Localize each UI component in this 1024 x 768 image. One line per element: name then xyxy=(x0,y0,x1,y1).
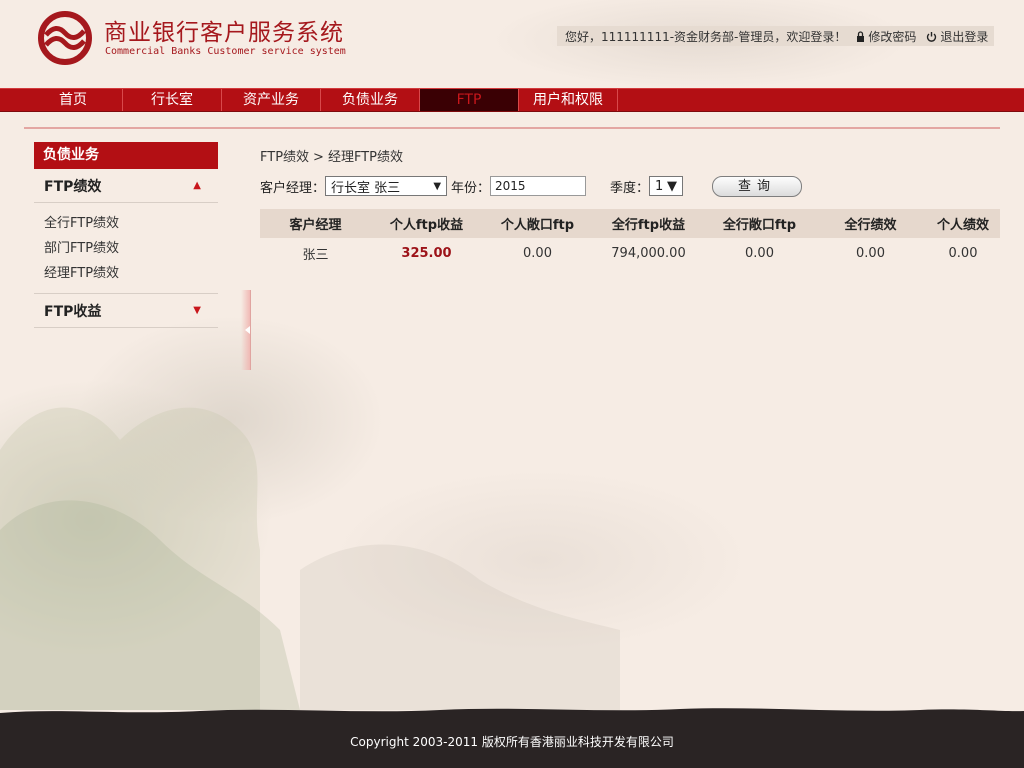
nav-item-ftp[interactable]: FTP xyxy=(420,89,519,111)
main-nav: 首页 行长室 资产业务 负债业务 FTP 用户和权限 xyxy=(0,88,1024,112)
nav-item-liabilities[interactable]: 负债业务 xyxy=(321,89,420,111)
sidebar-heading: 负债业务 xyxy=(34,142,218,169)
table-cell: 794,000.00 xyxy=(611,245,686,261)
query-button[interactable]: 查询 xyxy=(712,175,803,197)
table-cell: 张三 xyxy=(302,247,329,263)
sidebar-item-bank-ftp[interactable]: 全行FTP绩效 xyxy=(44,211,218,236)
app-subtitle: Commercial Banks Customer service system xyxy=(105,46,346,57)
lock-icon xyxy=(857,30,865,42)
column-header: 个人ftp收益 xyxy=(371,209,482,238)
logout-link[interactable]: 退出登录 xyxy=(926,28,988,45)
table-header-row: 客户经理 个人ftp收益 个人敞口ftp 全行ftp收益 全行敞口ftp 全行绩… xyxy=(260,209,1000,238)
breadcrumb-separator: > xyxy=(313,150,324,165)
nav-item-users-permissions[interactable]: 用户和权限 xyxy=(519,89,618,111)
manager-label: 客户经理： xyxy=(260,180,326,196)
column-header: 客户经理 xyxy=(260,209,371,238)
results-table: 客户经理 个人ftp收益 个人敞口ftp 全行ftp收益 全行敞口ftp 全行绩… xyxy=(260,209,1000,268)
quarter-label: 季度： xyxy=(610,180,650,196)
sidebar-item-manager-ftp[interactable]: 经理FTP绩效 xyxy=(44,261,218,286)
copyright-text: Copyright 2003-2011 版权所有香港丽业科技开发有限公司 xyxy=(350,735,674,749)
user-bar: 您好，111111111-资金财务部-管理员，欢迎登录！ 修改密码 退出登录 xyxy=(557,26,994,46)
change-password-label: 修改密码 xyxy=(868,29,917,44)
logout-label: 退出登录 xyxy=(940,29,989,44)
breadcrumb-item[interactable]: FTP绩效 xyxy=(260,147,309,169)
column-header: 全行敞口ftp xyxy=(704,209,815,238)
sidebar-section-label: FTP收益 xyxy=(44,303,102,320)
footer: Copyright 2003-2011 版权所有香港丽业科技开发有限公司 xyxy=(0,716,1024,768)
column-header: 全行绩效 xyxy=(815,209,926,238)
collapse-up-icon: ▲ xyxy=(193,180,201,191)
sidebar-section-ftp-income[interactable]: FTP收益 ▼ xyxy=(34,294,218,328)
sidebar-links: 全行FTP绩效 部门FTP绩效 经理FTP绩效 xyxy=(34,203,218,294)
column-header: 个人绩效 xyxy=(926,209,1000,238)
nav-item-president-office[interactable]: 行长室 xyxy=(123,89,222,111)
header: 商业银行客户服务系统 Commercial Banks Customer ser… xyxy=(0,0,1024,88)
power-icon xyxy=(927,31,937,42)
sidebar-section-label: FTP绩效 xyxy=(44,178,102,195)
nav-item-home[interactable]: 首页 xyxy=(24,89,123,111)
dropdown-caret-icon: ▼ xyxy=(433,180,442,192)
column-header: 个人敞口ftp xyxy=(482,209,593,238)
app-title: 商业银行客户服务系统 xyxy=(104,20,344,46)
breadcrumb-current: 经理FTP绩效 xyxy=(327,150,403,165)
bank-logo-icon xyxy=(38,11,92,65)
year-label: 年份： xyxy=(451,180,491,196)
nav-item-assets[interactable]: 资产业务 xyxy=(222,89,321,111)
sidebar: 负债业务 FTP绩效 ▲ 全行FTP绩效 部门FTP绩效 经理FTP绩效 FTP… xyxy=(34,142,218,328)
sidebar-item-dept-ftp[interactable]: 部门FTP绩效 xyxy=(44,236,218,261)
table-cell: 0.00 xyxy=(523,245,552,261)
year-input[interactable]: 2015 xyxy=(490,176,587,196)
quarter-select[interactable]: 1 ▼ xyxy=(649,176,684,196)
table-cell: 0.00 xyxy=(948,245,978,261)
manager-select[interactable]: 行长室 张三 ▼ xyxy=(325,176,448,196)
quarter-select-value: 1 xyxy=(655,178,664,194)
manager-select-value: 行长室 张三 xyxy=(331,180,401,196)
table-cell: 325.00 xyxy=(401,245,452,261)
sidebar-section-ftp-performance[interactable]: FTP绩效 ▲ xyxy=(34,169,218,203)
dropdown-caret-icon: ▼ xyxy=(667,178,678,194)
welcome-text: 您好，111111111-资金财务部-管理员，欢迎登录！ xyxy=(565,29,847,44)
breadcrumb: FTP绩效 > 经理FTP绩效 xyxy=(260,147,1000,169)
column-header: 全行ftp收益 xyxy=(593,209,704,238)
main-content: FTP绩效 > 经理FTP绩效 客户经理： 行长室 张三 ▼ 年份： 2015 … xyxy=(260,147,1000,268)
chevron-left-icon xyxy=(245,326,250,334)
sidebar-collapse-handle[interactable] xyxy=(241,290,251,370)
change-password-link[interactable]: 修改密码 xyxy=(856,28,916,45)
landscape-painting xyxy=(0,407,620,710)
table-cell: 0.00 xyxy=(745,245,774,261)
filter-bar: 客户经理： 行长室 张三 ▼ 年份： 2015 季度： 1 ▼ 查询 xyxy=(260,175,1000,197)
table-row: 张三 325.00 0.00 794,000.00 0.00 0.00 0.00 xyxy=(260,238,1000,268)
table-cell: 0.00 xyxy=(856,245,885,261)
expand-down-icon: ▼ xyxy=(193,305,201,316)
content-divider xyxy=(24,127,1000,129)
